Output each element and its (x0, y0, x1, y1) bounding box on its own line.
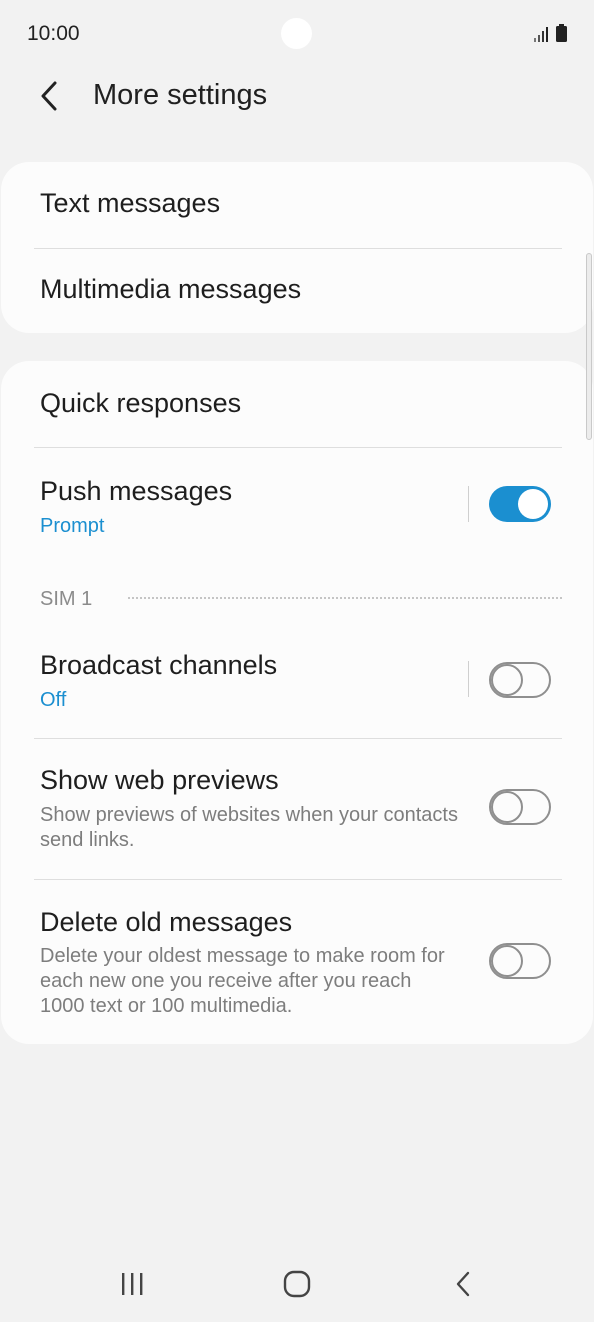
sim-section-label: SIM 1 (40, 588, 93, 610)
status-time: 10:00 (27, 22, 80, 45)
show-web-previews-item[interactable]: Show web previews Show previews of websi… (1, 739, 593, 879)
page-title: More settings (93, 79, 268, 111)
section-dotted-line (128, 597, 562, 599)
back-icon (456, 1271, 470, 1297)
toggle-knob (518, 489, 548, 519)
scrollbar[interactable] (586, 253, 592, 440)
broadcast-channels-toggle[interactable] (489, 662, 551, 698)
show-web-previews-toggle[interactable] (489, 789, 551, 825)
recent-apps-button[interactable] (102, 1262, 162, 1306)
quick-responses-item[interactable]: Quick responses (1, 361, 593, 447)
push-messages-item[interactable]: Push messages Prompt (1, 448, 593, 558)
messages-card: Text messages Multimedia messages (1, 162, 593, 333)
push-messages-status: Prompt (40, 515, 105, 537)
broadcast-channels-status: Off (40, 689, 67, 711)
quick-responses-label: Quick responses (40, 388, 242, 418)
push-messages-toggle[interactable] (489, 486, 551, 522)
show-web-previews-label: Show web previews (40, 765, 279, 795)
multimedia-messages-label: Multimedia messages (40, 274, 302, 304)
delete-old-messages-item[interactable]: Delete old messages Delete your oldest m… (1, 880, 593, 1044)
signal-icon (534, 27, 548, 42)
chevron-left-icon (41, 81, 57, 111)
status-bar: 10:00 (0, 0, 594, 70)
multimedia-messages-item[interactable]: Multimedia messages (1, 249, 593, 333)
separator (468, 486, 469, 522)
delete-old-messages-label: Delete old messages (40, 907, 293, 937)
navigation-bar (0, 1250, 594, 1322)
separator (468, 661, 469, 697)
text-messages-label: Text messages (40, 188, 221, 218)
nav-back-button[interactable] (433, 1262, 493, 1306)
header: More settings (0, 70, 594, 126)
delete-old-messages-toggle[interactable] (489, 943, 551, 979)
show-web-previews-description: Show previews of websites when your cont… (40, 804, 458, 851)
options-card: Quick responses Push messages Prompt SIM… (1, 361, 593, 1044)
push-messages-label: Push messages (40, 476, 233, 506)
recent-apps-icon (122, 1273, 143, 1295)
camera-cutout (281, 18, 312, 49)
toggle-knob (491, 791, 523, 823)
screen: 10:00 More settings Text messages Multim… (0, 0, 594, 1322)
battery-icon (556, 24, 567, 42)
toggle-knob (491, 945, 523, 977)
text-messages-item[interactable]: Text messages (1, 162, 593, 248)
delete-old-messages-description: Delete your oldest message to make room … (40, 945, 445, 1017)
back-button[interactable] (30, 76, 70, 116)
home-icon (283, 1270, 311, 1298)
toggle-knob (491, 664, 523, 696)
broadcast-channels-label: Broadcast channels (40, 650, 278, 680)
broadcast-channels-item[interactable]: Broadcast channels Off (1, 631, 593, 738)
home-button[interactable] (267, 1262, 327, 1306)
